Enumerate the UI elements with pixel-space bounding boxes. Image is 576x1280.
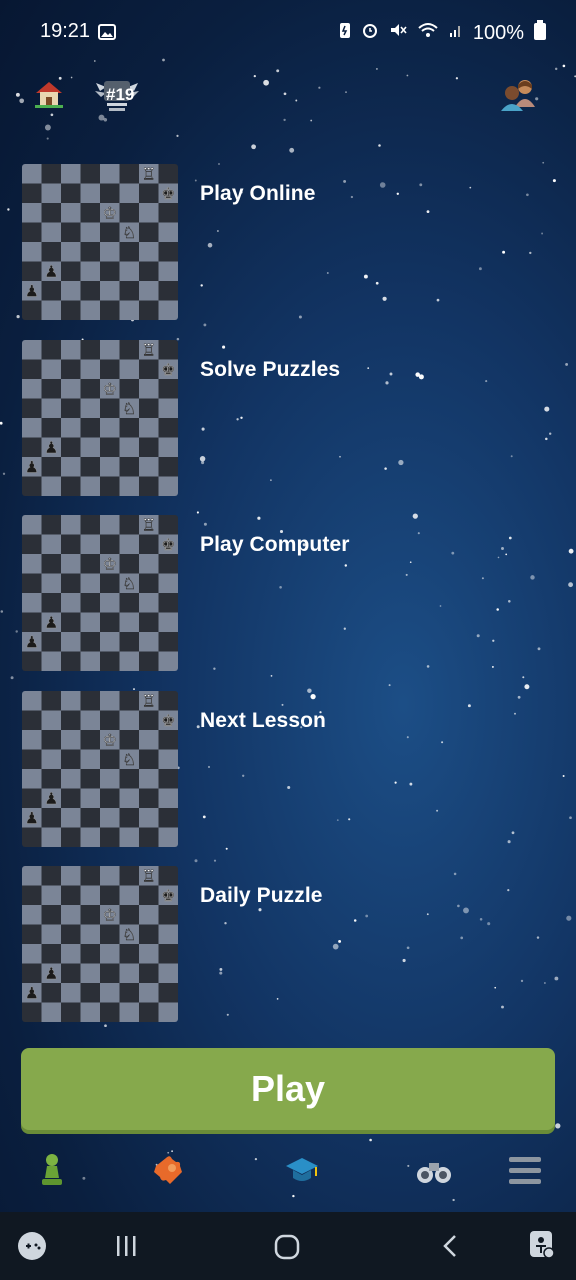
chess-board-thumbnail: ♖ ♚ ♔ ♘ ♟ ♟ [22, 164, 178, 320]
image-icon [98, 24, 116, 45]
svg-text:♟: ♟ [44, 438, 58, 457]
hamburger-menu-icon[interactable] [506, 1152, 544, 1188]
svg-text:♘: ♘ [122, 399, 136, 418]
puzzle-icon[interactable] [148, 1150, 188, 1190]
svg-text:♖: ♖ [142, 341, 156, 360]
menu-item-play-online[interactable]: ♖ ♚ ♔ ♘ ♟ ♟ Play Online [22, 164, 542, 320]
svg-text:♘: ♘ [122, 223, 136, 242]
back-icon[interactable] [434, 1230, 466, 1262]
home-circle-icon[interactable] [270, 1230, 304, 1264]
svg-text:♚: ♚ [161, 360, 175, 379]
chess-board-thumbnail: ♖ ♚ ♔ ♘ ♟ ♟ [22, 691, 178, 847]
binoculars-icon[interactable] [414, 1150, 454, 1190]
svg-text:♘: ♘ [122, 750, 136, 769]
wifi-icon [417, 21, 439, 45]
recent-apps-icon[interactable] [110, 1230, 142, 1262]
status-bar: 19:21 100% [0, 0, 576, 64]
svg-text:♖: ♖ [142, 516, 156, 535]
menu-item-next-lesson[interactable]: ♖ ♚ ♔ ♘ ♟ ♟ Next Lesson [22, 691, 542, 847]
menu-item-play-computer[interactable]: ♖ ♚ ♔ ♘ ♟ ♟ Play Computer [22, 515, 542, 671]
svg-text:♚: ♚ [161, 184, 175, 203]
svg-text:♚: ♚ [161, 535, 175, 554]
pawn-icon[interactable] [34, 1150, 70, 1190]
svg-text:♟: ♟ [44, 613, 58, 632]
svg-text:♟: ♟ [25, 458, 39, 477]
alarm-icon [361, 21, 379, 45]
bottom-nav [0, 1140, 576, 1206]
game-launcher-icon[interactable] [16, 1230, 48, 1262]
system-navigation-bar [0, 1212, 576, 1280]
svg-text:♖: ♖ [142, 692, 156, 711]
menu-item-daily-puzzle[interactable]: ♖ ♚ ♔ ♘ ♟ ♟ Daily Puzzle [22, 866, 542, 1022]
play-button[interactable]: Play [21, 1048, 555, 1130]
chess-board-thumbnail: ♖ ♚ ♔ ♘ ♟ ♟ [22, 866, 178, 1022]
rank-badge[interactable]: #19 [92, 77, 142, 113]
svg-text:♖: ♖ [142, 165, 156, 184]
menu-item-label: Solve Puzzles [200, 358, 341, 381]
svg-text:♔: ♔ [103, 906, 117, 925]
home-icon[interactable] [32, 77, 66, 111]
svg-text:♔: ♔ [103, 555, 117, 574]
friends-icon[interactable] [498, 77, 540, 113]
svg-text:♟: ♟ [25, 633, 39, 652]
graduation-cap-icon[interactable] [282, 1150, 322, 1190]
chess-board-thumbnail: ♖ ♚ ♔ ♘ ♟ ♟ [22, 515, 178, 671]
svg-text:♔: ♔ [103, 731, 117, 750]
menu-item-label: Daily Puzzle [200, 884, 323, 907]
chess-board-thumbnail: ♖ ♚ ♔ ♘ ♟ ♟ [22, 340, 178, 496]
top-bar: #19 [0, 75, 576, 115]
svg-text:♟: ♟ [25, 984, 39, 1003]
svg-text:♚: ♚ [161, 886, 175, 905]
svg-text:♚: ♚ [161, 711, 175, 730]
svg-text:♔: ♔ [103, 204, 117, 223]
svg-text:♘: ♘ [122, 925, 136, 944]
svg-text:♟: ♟ [44, 262, 58, 281]
menu-item-label: Next Lesson [200, 709, 326, 732]
svg-text:♟: ♟ [44, 964, 58, 983]
mute-icon [389, 21, 407, 45]
svg-text:♟: ♟ [25, 809, 39, 828]
svg-text:♟: ♟ [44, 789, 58, 808]
battery-icon [534, 20, 546, 46]
status-time: 19:21 [40, 20, 91, 42]
battery-saver-icon [339, 21, 351, 45]
svg-text:♟: ♟ [25, 282, 39, 301]
menu-item-label: Play Computer [200, 533, 350, 556]
menu-item-solve-puzzles[interactable]: ♖ ♚ ♔ ♘ ♟ ♟ Solve Puzzles [22, 340, 542, 496]
svg-text:♔: ♔ [103, 380, 117, 399]
accessibility-icon[interactable] [526, 1228, 558, 1262]
svg-text:♖: ♖ [142, 867, 156, 886]
menu-item-label: Play Online [200, 182, 316, 205]
rank-badge-label: #19 [106, 85, 135, 104]
battery-percent: 100% [472, 21, 524, 44]
svg-text:♘: ♘ [122, 574, 136, 593]
signal-icon [449, 21, 463, 45]
